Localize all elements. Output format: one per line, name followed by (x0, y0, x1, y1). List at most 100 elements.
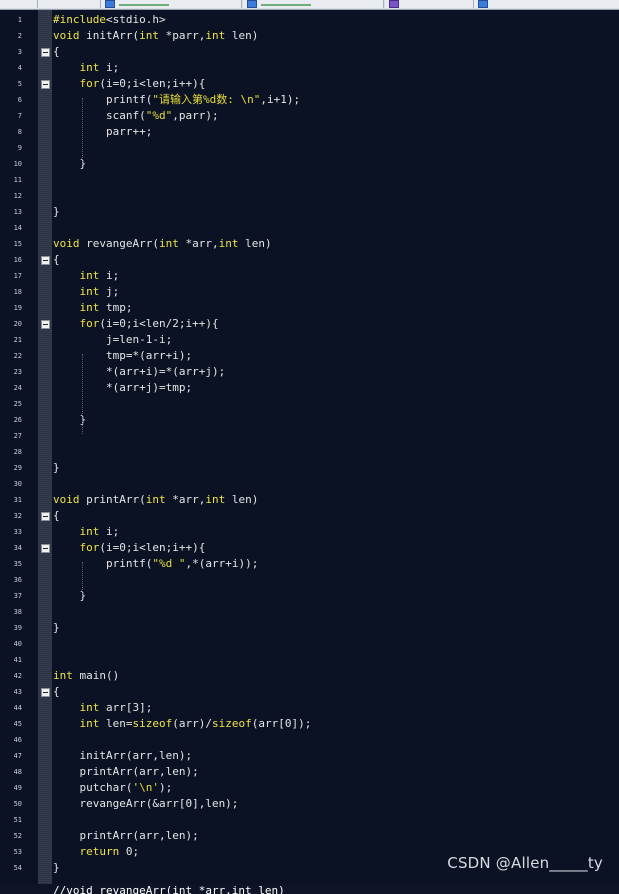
fold-toggle-icon[interactable] (41, 512, 50, 521)
code-line[interactable]: 31 void printArr(int *arr,int len) (0, 492, 619, 508)
code-text: *(arr+j)=tmp; (53, 381, 193, 394)
code-text: initArr(arr,len); (53, 749, 193, 762)
line-number: 36 (13, 576, 22, 584)
code-line[interactable]: 42 int main() (0, 668, 619, 684)
code-line[interactable]: 32 { (0, 508, 619, 524)
code-line[interactable]: 17 int i; (0, 268, 619, 284)
code-line[interactable]: 21 j=len-1-i; (0, 332, 619, 348)
code-line[interactable]: 28 (0, 444, 619, 460)
line-number: 15 (13, 240, 22, 248)
code-line[interactable]: 50 revangeArr(&arr[0],len); (0, 796, 619, 812)
code-line[interactable]: 36 (0, 572, 619, 588)
code-text: #include<stdio.h> (53, 13, 166, 26)
code-line[interactable]: 37 } (0, 588, 619, 604)
code-line[interactable]: 15 void revangeArr(int *arr,int len) (0, 236, 619, 252)
code-line[interactable]: 10 } (0, 156, 619, 172)
editor-tab[interactable] (243, 0, 384, 8)
code-line[interactable]: 14 (0, 220, 619, 236)
code-line[interactable]: 26 } (0, 412, 619, 428)
code-line[interactable]: 38 (0, 604, 619, 620)
code-line[interactable]: 44 int arr[3]; (0, 700, 619, 716)
code-line[interactable]: 41 (0, 652, 619, 668)
code-line[interactable]: 39} (0, 620, 619, 636)
file-icon (389, 0, 399, 8)
code-line[interactable]: 52 printArr(arr,len); (0, 828, 619, 844)
fold-toggle-icon[interactable] (41, 320, 50, 329)
line-number: 4 (17, 64, 22, 72)
code-line[interactable]: 11 (0, 172, 619, 188)
code-line[interactable]: 25 (0, 396, 619, 412)
code-line[interactable]: 34 for(i=0;i<len;i++){ (0, 540, 619, 556)
code-line[interactable]: 3{ (0, 44, 619, 60)
code-line[interactable]: 46 (0, 732, 619, 748)
fold-toggle-icon[interactable] (41, 256, 50, 265)
code-line[interactable]: 51 (0, 812, 619, 828)
code-text: { (53, 253, 60, 266)
code-line[interactable]: 40 (0, 636, 619, 652)
code-line[interactable]: 20 for(i=0;i<len/2;i++){ (0, 316, 619, 332)
line-number: 28 (13, 448, 22, 456)
code-text: } (53, 461, 60, 474)
line-number: 33 (13, 528, 22, 536)
watermark: CSDN @Allen_____ty (447, 854, 603, 872)
code-line[interactable]: 16 { (0, 252, 619, 268)
code-line[interactable]: 7 scanf("%d",parr); (0, 108, 619, 124)
line-number: 24 (13, 384, 22, 392)
partial-code-line: //void revangeArr(int *arr,int len) (53, 884, 285, 894)
code-line[interactable]: 30 (0, 476, 619, 492)
fold-toggle-icon[interactable] (41, 544, 50, 553)
code-text: { (53, 509, 60, 522)
code-text: printf("%d ",*(arr+i)); (53, 557, 259, 570)
code-editor[interactable]: 1 #include<stdio.h> 2 void initArr(int *par… (0, 10, 619, 894)
code-text: for(i=0;i<len/2;i++){ (79, 317, 219, 330)
code-text: j=len-1-i; (53, 333, 173, 346)
editor-tab[interactable] (385, 0, 474, 8)
line-number: 13 (13, 208, 22, 216)
line-number: 49 (13, 784, 22, 792)
line-number: 53 (13, 848, 22, 856)
code-line[interactable]: 45 int len=sizeof(arr)/sizeof(arr[0]); (0, 716, 619, 732)
line-number: 16 (13, 256, 22, 264)
fold-toggle-icon[interactable] (41, 48, 50, 57)
code-line[interactable]: 35 printf("%d ",*(arr+i)); (0, 556, 619, 572)
line-number: 26 (13, 416, 22, 424)
fold-toggle-icon[interactable] (41, 80, 50, 89)
line-number: 32 (13, 512, 22, 520)
code-line[interactable]: 48 printArr(arr,len); (0, 764, 619, 780)
code-line[interactable]: 27 (0, 428, 619, 444)
indent-guide (82, 98, 83, 162)
code-line[interactable]: 2 void initArr(int *parr,int len) (0, 28, 619, 44)
code-text: revangeArr(&arr[0],len); (53, 797, 239, 810)
code-line[interactable]: 1 #include<stdio.h> (0, 12, 619, 28)
code-line[interactable]: 23 *(arr+i)=*(arr+j); (0, 364, 619, 380)
line-number: 45 (13, 720, 22, 728)
line-number: 6 (17, 96, 22, 104)
line-number: 25 (13, 400, 22, 408)
code-line[interactable]: 43 { (0, 684, 619, 700)
editor-tab[interactable] (101, 0, 242, 8)
code-line[interactable]: 8 parr++; (0, 124, 619, 140)
code-text: int arr[3]; (79, 701, 153, 714)
code-line[interactable]: 24 *(arr+j)=tmp; (0, 380, 619, 396)
code-line[interactable]: 33 int i; (0, 524, 619, 540)
code-line[interactable]: 6 printf("请输入第%d数: \n",i+1); (0, 92, 619, 108)
code-line[interactable]: 47 initArr(arr,len); (0, 748, 619, 764)
fold-toggle-icon[interactable] (41, 688, 50, 697)
code-line[interactable]: 13} (0, 204, 619, 220)
code-line[interactable]: 5 for(i=0;i<len;i++){ (0, 76, 619, 92)
code-line[interactable]: 49 putchar('\n'); (0, 780, 619, 796)
editor-tab[interactable] (38, 0, 101, 8)
code-line[interactable]: 19 int tmp; (0, 300, 619, 316)
editor-tab[interactable] (474, 0, 619, 8)
line-number: 46 (13, 736, 22, 744)
code-line[interactable]: 12 (0, 188, 619, 204)
line-number: 7 (17, 112, 22, 120)
editor-tab[interactable] (0, 0, 38, 8)
code-line[interactable]: 22 tmp=*(arr+i); (0, 348, 619, 364)
code-line[interactable]: 18 int j; (0, 284, 619, 300)
line-number: 21 (13, 336, 22, 344)
code-line[interactable]: 4 int i; (0, 60, 619, 76)
tab-label-bar (119, 4, 169, 6)
code-line[interactable]: 9 (0, 140, 619, 156)
code-line[interactable]: 29} (0, 460, 619, 476)
